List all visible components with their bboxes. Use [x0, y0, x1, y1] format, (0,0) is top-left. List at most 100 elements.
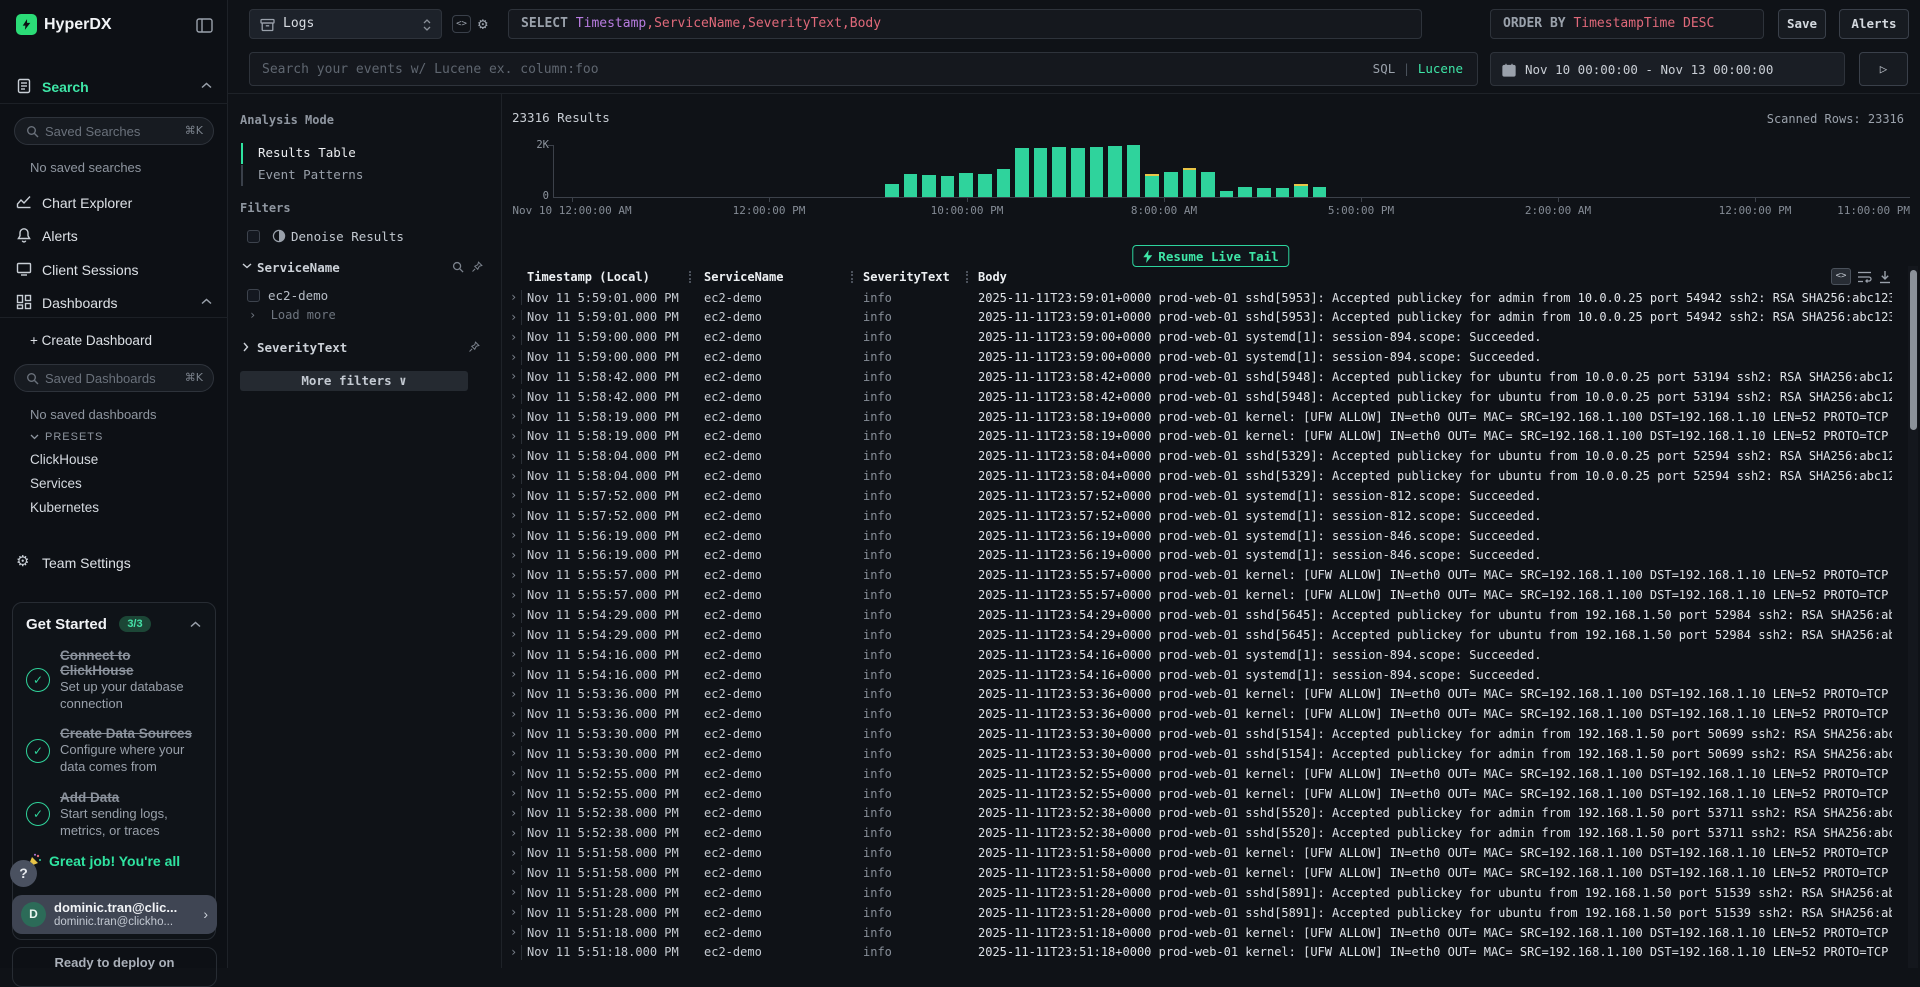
histogram-bar[interactable] — [1090, 147, 1104, 197]
table-row[interactable]: ›Nov 11 5:51:18.000 PMec2-demoinfo2025-1… — [502, 943, 1908, 963]
row-expand-icon[interactable]: › — [510, 746, 517, 760]
preset-clickhouse[interactable]: ClickHouse — [30, 452, 98, 467]
histogram-bar[interactable] — [1257, 188, 1271, 197]
pin-icon[interactable] — [471, 261, 483, 273]
chevron-right-icon[interactable] — [243, 342, 249, 352]
histogram-bar[interactable] — [922, 175, 936, 197]
row-expand-icon[interactable]: › — [510, 885, 517, 899]
col-header-body[interactable]: Body — [978, 270, 1007, 284]
table-row[interactable]: ›Nov 11 5:52:38.000 PMec2-demoinfo2025-1… — [502, 804, 1908, 824]
table-row[interactable]: ›Nov 11 5:53:36.000 PMec2-demoinfo2025-1… — [502, 705, 1908, 725]
row-expand-icon[interactable]: › — [510, 310, 517, 324]
col-header-timestamp[interactable]: Timestamp (Local) — [527, 270, 650, 284]
sidebar-item-client-sessions[interactable]: Client Sessions — [0, 259, 228, 281]
sidebar-item-search[interactable]: Search — [0, 76, 228, 98]
load-more[interactable]: › Load more — [249, 308, 336, 322]
more-filters-button[interactable]: More filters ∨ — [240, 371, 468, 391]
order-by-input[interactable]: ORDER BY TimestampTime DESC — [1490, 9, 1764, 39]
row-expand-icon[interactable]: › — [510, 905, 517, 919]
histogram-bar[interactable] — [941, 176, 955, 197]
chevron-up-icon[interactable] — [190, 621, 201, 628]
saved-searches-input[interactable]: Saved Searches ⌘K — [14, 117, 214, 145]
resume-live-tail-button[interactable]: Resume Live Tail — [1132, 245, 1289, 267]
table-row[interactable]: ›Nov 11 5:59:00.000 PMec2-demoinfo2025-1… — [502, 328, 1908, 348]
table-row[interactable]: ›Nov 11 5:57:52.000 PMec2-demoinfo2025-1… — [502, 506, 1908, 526]
histogram-bar[interactable] — [978, 174, 992, 197]
search-icon[interactable] — [452, 261, 464, 273]
sidebar-item-alerts[interactable]: Alerts — [0, 225, 228, 247]
table-row[interactable]: ›Nov 11 5:51:28.000 PMec2-demoinfo2025-1… — [502, 883, 1908, 903]
deploy-note-card[interactable]: Ready to deploy on — [12, 947, 217, 987]
row-expand-icon[interactable]: › — [510, 627, 517, 641]
denoise-checkbox[interactable] — [247, 230, 260, 243]
row-expand-icon[interactable]: › — [510, 865, 517, 879]
vertical-scrollbar-thumb[interactable] — [1910, 270, 1917, 430]
code-view-button[interactable]: <> — [452, 15, 471, 33]
table-row[interactable]: ›Nov 11 5:53:36.000 PMec2-demoinfo2025-1… — [502, 685, 1908, 705]
row-expand-icon[interactable]: › — [510, 429, 517, 443]
table-row[interactable]: ›Nov 11 5:53:30.000 PMec2-demoinfo2025-1… — [502, 725, 1908, 745]
histogram-bar[interactable] — [1108, 146, 1122, 197]
table-row[interactable]: ›Nov 11 5:56:19.000 PMec2-demoinfo2025-1… — [502, 546, 1908, 566]
settings-gear-icon[interactable]: ⚙ — [478, 14, 488, 33]
filter-group-servicename[interactable]: ServiceName — [257, 260, 340, 275]
histogram-bar[interactable] — [959, 173, 973, 197]
histogram-bars[interactable] — [553, 145, 1910, 197]
col-header-severitytext[interactable]: SeverityText — [863, 270, 950, 284]
table-row[interactable]: ›Nov 11 5:56:19.000 PMec2-demoinfo2025-1… — [502, 526, 1908, 546]
table-row[interactable]: ›Nov 11 5:58:42.000 PMec2-demoinfo2025-1… — [502, 387, 1908, 407]
histogram-bar[interactable] — [1145, 176, 1159, 197]
language-toggle[interactable]: SQL | Lucene — [1373, 61, 1463, 76]
row-expand-icon[interactable]: › — [510, 945, 517, 959]
mode-event-patterns[interactable]: Event Patterns — [241, 165, 441, 186]
table-row[interactable]: ›Nov 11 5:58:42.000 PMec2-demoinfo2025-1… — [502, 367, 1908, 387]
table-row[interactable]: ›Nov 11 5:53:30.000 PMec2-demoinfo2025-1… — [502, 744, 1908, 764]
run-query-button[interactable]: ▷ — [1859, 52, 1908, 86]
histogram-bar[interactable] — [1015, 148, 1029, 197]
source-select[interactable]: Logs — [249, 9, 442, 39]
row-expand-icon[interactable]: › — [510, 568, 517, 582]
sidebar-item-team-settings[interactable]: ⚙ Team Settings — [0, 552, 228, 574]
histogram-bar-warn[interactable] — [1294, 184, 1308, 186]
row-expand-icon[interactable]: › — [510, 528, 517, 542]
pin-icon[interactable] — [468, 341, 480, 353]
histogram-bar[interactable] — [1220, 191, 1234, 197]
histogram-bar[interactable] — [1034, 148, 1048, 197]
row-expand-icon[interactable]: › — [510, 369, 517, 383]
row-expand-icon[interactable]: › — [510, 786, 517, 800]
saved-dashboards-input[interactable]: Saved Dashboards ⌘K — [14, 364, 214, 392]
lucene-toggle[interactable]: Lucene — [1418, 61, 1463, 76]
row-expand-icon[interactable]: › — [510, 647, 517, 661]
user-account-chip[interactable]: D dominic.tran@clic... dominic.tran@clic… — [12, 895, 217, 934]
table-row[interactable]: ›Nov 11 5:59:00.000 PMec2-demoinfo2025-1… — [502, 348, 1908, 368]
row-expand-icon[interactable]: › — [510, 488, 517, 502]
row-expand-icon[interactable]: › — [510, 409, 517, 423]
row-expand-icon[interactable]: › — [510, 846, 517, 860]
help-button[interactable]: ? — [10, 860, 37, 887]
preset-services[interactable]: Services — [30, 476, 82, 491]
denoise-label[interactable]: Denoise Results — [291, 229, 404, 244]
histogram-bar[interactable] — [1164, 172, 1178, 197]
histogram-bar[interactable] — [1052, 147, 1066, 197]
date-range-picker[interactable]: Nov 10 00:00:00 - Nov 13 00:00:00 — [1490, 52, 1845, 86]
table-row[interactable]: ›Nov 11 5:54:16.000 PMec2-demoinfo2025-1… — [502, 665, 1908, 685]
histogram-bar[interactable] — [1201, 172, 1215, 197]
histogram-bar-warn[interactable] — [1145, 174, 1159, 176]
table-row[interactable]: ›Nov 11 5:54:29.000 PMec2-demoinfo2025-1… — [502, 606, 1908, 626]
wrap-lines-icon[interactable] — [1857, 270, 1872, 284]
sql-toggle[interactable]: SQL — [1373, 61, 1396, 76]
select-clause-input[interactable]: SELECT Timestamp,ServiceName,SeverityTex… — [508, 9, 1422, 39]
save-button[interactable]: Save — [1778, 9, 1826, 39]
row-expand-icon[interactable]: › — [510, 588, 517, 602]
histogram-bar[interactable] — [1313, 187, 1327, 197]
column-resize-handle[interactable] — [851, 271, 853, 283]
filter-option-checkbox[interactable] — [247, 289, 260, 302]
row-expand-icon[interactable]: › — [510, 727, 517, 741]
column-resize-handle[interactable] — [966, 271, 968, 283]
histogram-bar[interactable] — [1294, 186, 1308, 197]
sidebar-item-dashboards[interactable]: Dashboards — [0, 292, 228, 314]
histogram-bar[interactable] — [1276, 188, 1290, 197]
table-row[interactable]: ›Nov 11 5:51:18.000 PMec2-demoinfo2025-1… — [502, 923, 1908, 943]
table-row[interactable]: ›Nov 11 5:57:52.000 PMec2-demoinfo2025-1… — [502, 486, 1908, 506]
row-expand-icon[interactable]: › — [510, 508, 517, 522]
